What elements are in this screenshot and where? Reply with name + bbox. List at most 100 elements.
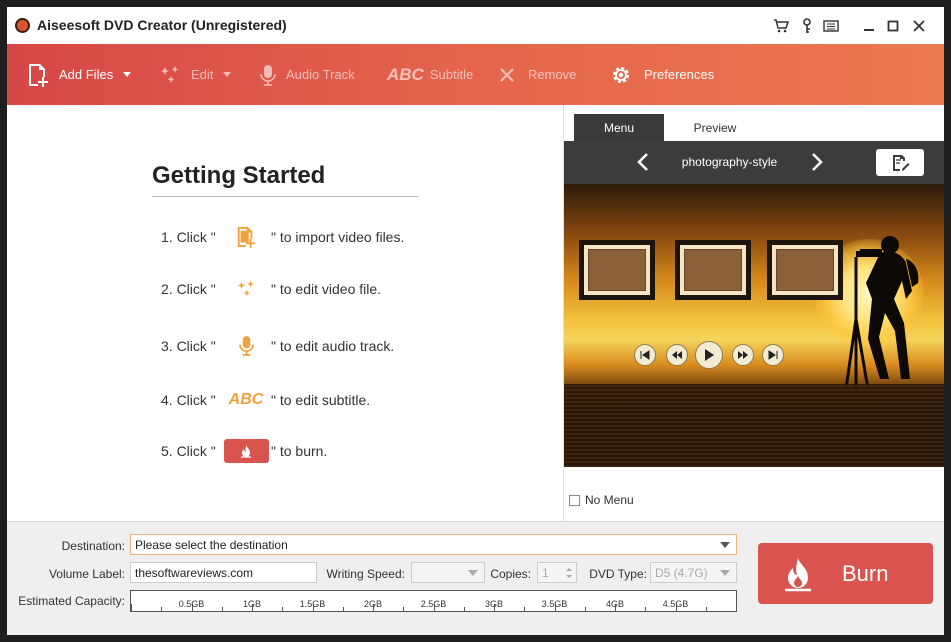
step-2: 2. Click " " to edit video file. [161, 280, 381, 298]
abc-icon: ABC [228, 391, 264, 408]
remove-button[interactable]: Remove [500, 44, 576, 105]
add-files-label: Add Files [59, 67, 114, 82]
no-menu-option[interactable]: No Menu [569, 493, 634, 507]
step-5-prefix: 5. Click " [161, 443, 216, 459]
skip-forward-icon[interactable] [762, 344, 784, 366]
remove-label: Remove [528, 67, 577, 82]
abc-icon: ABC [387, 64, 424, 84]
tab-preview[interactable]: Preview [670, 114, 760, 141]
capacity-tick-label: 2.5GB [420, 599, 447, 609]
capacity-tick-label: 4GB [605, 599, 625, 609]
capacity-tick-label: 3GB [484, 599, 504, 609]
step-1-suffix: " to import video files. [271, 229, 405, 245]
step-4: 4. Click " ABC " to edit subtitle. [161, 391, 370, 409]
add-file-icon [27, 63, 49, 87]
key-icon[interactable] [797, 16, 817, 36]
destination-select[interactable]: Please select the destination [130, 534, 737, 555]
destination-value: Please select the destination [135, 537, 288, 552]
menu-preview-panel: Menu Preview photography-style No Menu [563, 105, 944, 521]
step-2-prefix: 2. Click " [161, 281, 216, 297]
step-3-suffix: " to edit audio track. [271, 337, 395, 354]
dvd-type-select[interactable]: D5 (4.7G) [650, 562, 737, 583]
title-bar: Aiseesoft DVD Creator (Unregistered) [7, 7, 944, 44]
step-3-prefix: 3. Click " [161, 337, 216, 354]
minimize-icon[interactable] [859, 16, 879, 36]
capacity-tick [161, 607, 163, 611]
writing-speed-dropdown-icon[interactable] [468, 570, 478, 576]
dvd-type-label: DVD Type: [589, 567, 647, 581]
no-menu-checkbox[interactable] [569, 494, 580, 506]
edit-button[interactable]: Edit [159, 44, 232, 105]
capacity-tick [282, 607, 284, 611]
edit-label: Edit [191, 67, 214, 82]
window-title: Aiseesoft DVD Creator (Unregistered) [37, 17, 287, 33]
main-toolbar: Add Files Edit Audio Track ABC Subtitle … [7, 44, 944, 105]
microphone-icon [260, 64, 276, 86]
capacity-tick-label: 2GB [363, 599, 383, 609]
burn-button[interactable]: Burn [758, 543, 933, 604]
maximize-icon[interactable] [883, 16, 903, 36]
getting-started-panel: Getting Started 1. Click " " to import v… [7, 105, 563, 521]
skip-back-icon[interactable] [634, 344, 656, 366]
beach-foreground [564, 384, 944, 467]
remove-x-icon [500, 67, 514, 82]
step-3: 3. Click " " to edit audio track. [161, 335, 394, 356]
menu-icon[interactable] [821, 16, 841, 36]
app-logo-icon [15, 18, 30, 33]
capacity-tick-label: 3.5GB [541, 599, 568, 609]
audio-track-label: Audio Track [286, 67, 355, 82]
estimated-capacity-label: Estimated Capacity: [18, 594, 125, 608]
flame-icon [223, 439, 269, 463]
chapter-frame-1[interactable] [579, 240, 655, 300]
volume-label-input[interactable]: thesoftwareviews.com [130, 562, 317, 583]
output-settings: Destination: Please select the destinati… [7, 521, 944, 635]
add-files-dropdown-icon[interactable] [123, 72, 132, 77]
audio-track-button[interactable]: Audio Track [260, 44, 355, 105]
step-1-prefix: 1. Click " [161, 229, 216, 245]
title-divider [152, 196, 418, 197]
play-icon[interactable] [695, 341, 723, 369]
edit-menu-button[interactable] [876, 149, 924, 176]
copies-value: 1 [542, 565, 549, 580]
preferences-button[interactable]: Preferences [610, 44, 714, 105]
writing-speed-select[interactable] [411, 562, 485, 583]
volume-label-label: Volume Label: [48, 567, 125, 581]
edit-dropdown-icon[interactable] [223, 72, 232, 77]
add-files-button[interactable]: Add Files [27, 44, 132, 105]
dvd-type-dropdown-icon[interactable] [720, 570, 730, 576]
stepper-arrows-icon[interactable] [565, 566, 573, 580]
capacity-tick [403, 607, 405, 611]
no-menu-label: No Menu [585, 493, 634, 507]
step-5-suffix: " to burn. [271, 443, 328, 459]
rewind-icon[interactable] [666, 344, 688, 366]
capacity-tick [584, 607, 586, 611]
capacity-tick-label: 4.5GB [662, 599, 689, 609]
next-template-icon[interactable] [806, 152, 826, 172]
capacity-tick-label: 1.5GB [299, 599, 326, 609]
capacity-tick [705, 607, 707, 611]
chapter-frame-2[interactable] [675, 240, 751, 300]
preferences-label: Preferences [644, 67, 715, 82]
capacity-tick-label: 0.5GB [178, 599, 205, 609]
flame-icon [785, 557, 811, 591]
magic-stars-icon [159, 65, 181, 85]
fast-forward-icon[interactable] [732, 344, 754, 366]
photographer-silhouette [844, 236, 919, 389]
capacity-tick [221, 607, 223, 611]
capacity-tick [131, 604, 132, 611]
capacity-tick [645, 607, 647, 611]
copies-stepper[interactable]: 1 [537, 562, 577, 583]
destination-label: Destination: [61, 539, 125, 553]
writing-speed-label: Writing Speed: [326, 567, 406, 581]
dvd-type-value: D5 (4.7G) [655, 565, 708, 580]
capacity-bar: 0.5GB 1GB 1.5GB 2GB 2.5GB 3GB 3.5GB 4GB 4.5GB [130, 590, 737, 612]
destination-dropdown-icon[interactable] [720, 542, 730, 548]
capacity-tick [342, 607, 344, 611]
edit-document-icon [893, 154, 910, 171]
tab-menu[interactable]: Menu [574, 114, 664, 141]
cart-icon[interactable] [771, 16, 791, 36]
subtitle-button[interactable]: ABC Subtitle [387, 44, 473, 105]
microphone-icon [221, 335, 271, 356]
template-name: photography-style [681, 155, 778, 169]
close-icon[interactable] [909, 16, 929, 36]
